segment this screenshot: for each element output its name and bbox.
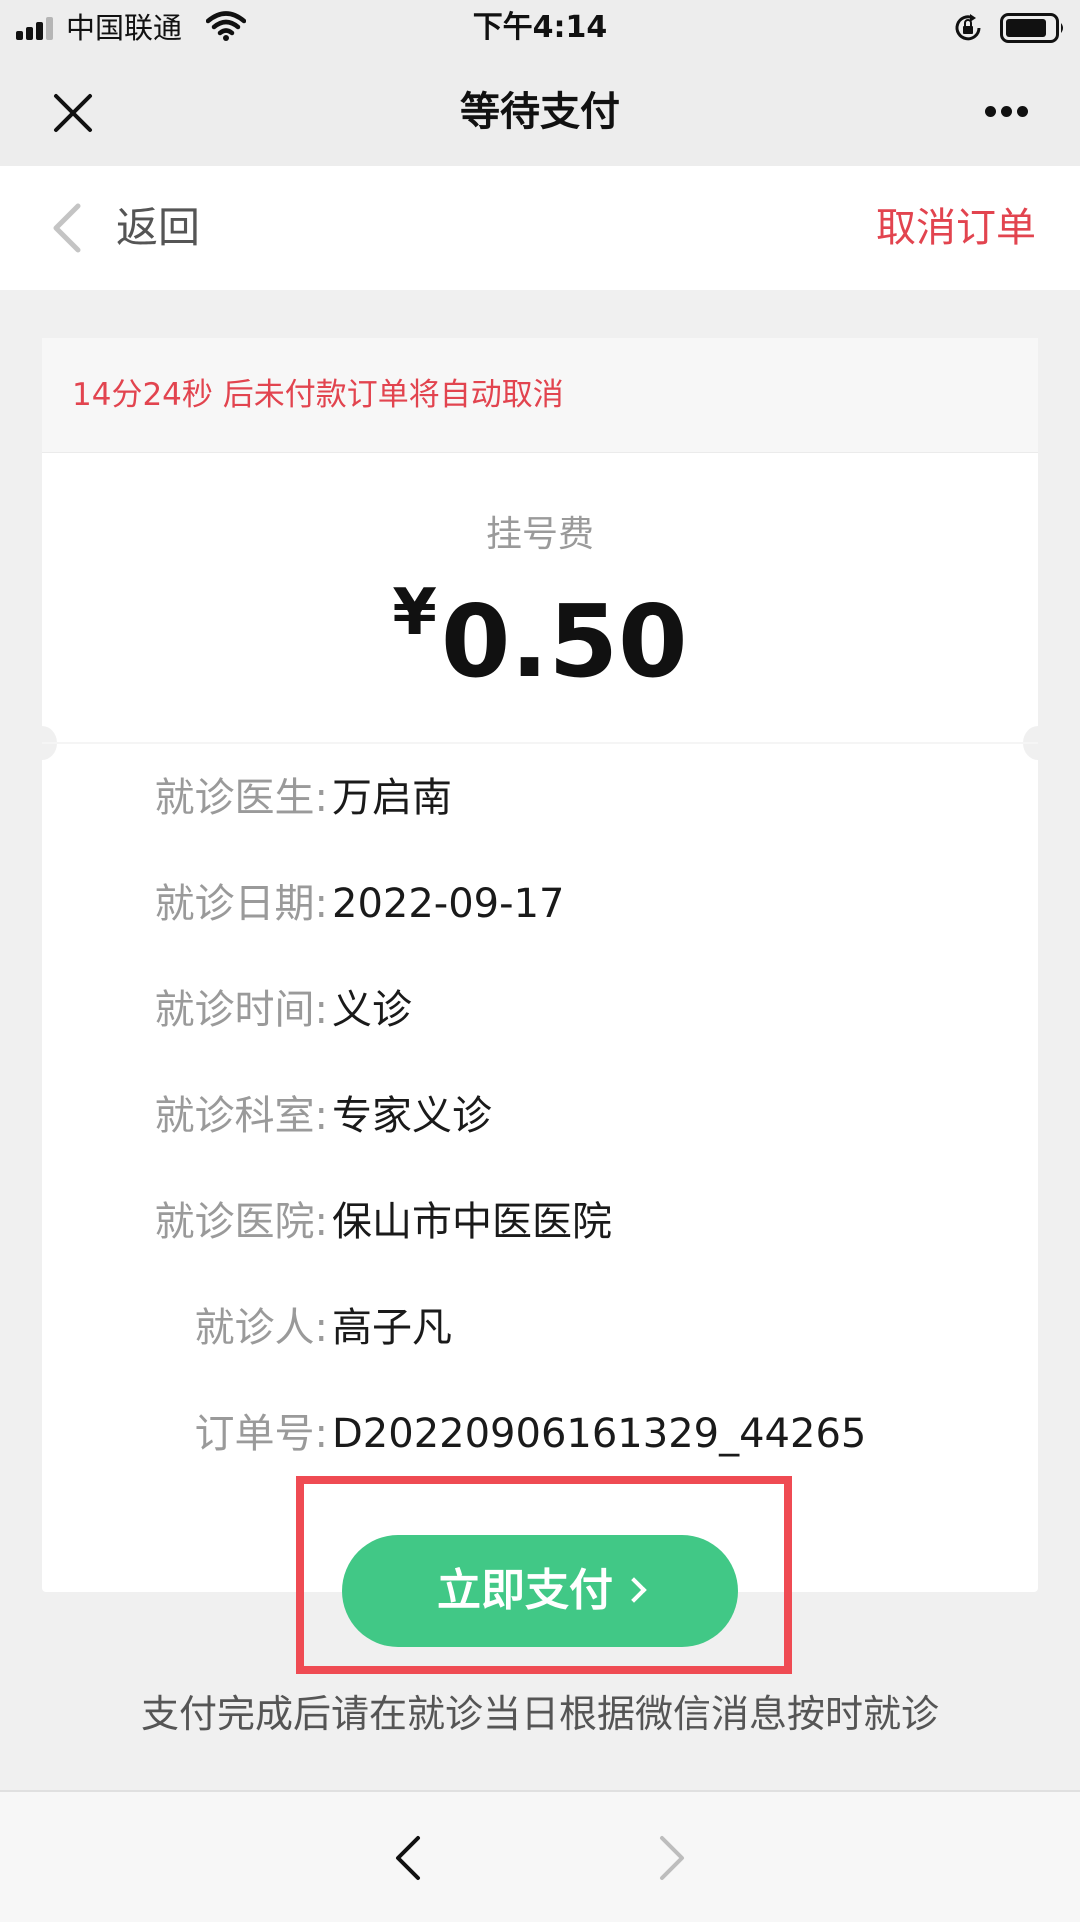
battery-icon <box>1000 13 1063 43</box>
countdown-text: 14分24秒 后未付款订单将自动取消 <box>72 377 564 413</box>
chevron-left-icon <box>53 203 81 253</box>
detail-row-hospital: 就诊医院: 保山市中医医院 <box>42 1192 1038 1252</box>
amount-value: 0.50 <box>440 583 688 700</box>
forward-arrow-icon[interactable] <box>652 1828 692 1888</box>
status-time: 下午4:14 <box>472 10 608 45</box>
detail-label: 就诊时间: <box>154 987 328 1033</box>
detail-value: D20220906161329_44265 <box>332 1411 867 1457</box>
divider <box>42 742 1038 744</box>
detail-label: 就诊人: <box>194 1305 328 1351</box>
detail-label: 订单号: <box>194 1411 328 1457</box>
fee-label: 挂号费 <box>485 514 594 555</box>
detail-row-order-number: 订单号: D20220906161329_44265 <box>42 1404 1038 1464</box>
detail-value: 保山市中医医院 <box>332 1199 612 1245</box>
detail-value: 义诊 <box>332 987 412 1033</box>
detail-row-date: 就诊日期: 2022-09-17 <box>42 874 1038 934</box>
status-bar: 中国联通 下午4:14 <box>0 0 1080 56</box>
pay-now-button[interactable]: 立即支付 <box>342 1535 738 1647</box>
cancel-order-button[interactable]: 取消订单 <box>876 198 1036 258</box>
back-label: 返回 <box>116 203 201 252</box>
detail-row-department: 就诊科室: 专家义诊 <box>42 1086 1038 1146</box>
fee-amount: ¥0.50 <box>42 576 1038 702</box>
countdown-banner: 14分24秒 后未付款订单将自动取消 <box>42 338 1038 453</box>
back-arrow-icon[interactable] <box>388 1828 428 1888</box>
nav-bar: 返回 取消订单 <box>0 166 1080 290</box>
pay-notice: 支付完成后请在就诊当日根据微信消息按时就诊 <box>140 1692 939 1736</box>
detail-value: 专家义诊 <box>332 1093 492 1139</box>
order-card: 14分24秒 后未付款订单将自动取消 挂号费 ¥0.50 就诊医生: 万启南 就… <box>27 338 1053 1592</box>
more-icon[interactable] <box>972 96 1038 126</box>
detail-value: 万启南 <box>332 775 452 821</box>
detail-label: 就诊科室: <box>154 1093 328 1139</box>
rotation-lock-icon <box>955 14 981 41</box>
currency-symbol: ¥ <box>392 576 437 650</box>
detail-row-doctor: 就诊医生: 万启南 <box>42 768 1038 828</box>
pay-now-label: 立即支付 <box>437 1565 613 1616</box>
chevron-right-icon <box>621 1577 647 1603</box>
page-title: 等待支付 <box>460 89 620 135</box>
detail-label: 就诊医院: <box>154 1199 328 1245</box>
bottom-toolbar <box>0 1790 1080 1922</box>
detail-label: 就诊日期: <box>154 881 328 927</box>
detail-row-patient: 就诊人: 高子凡 <box>42 1298 1038 1358</box>
detail-row-time: 就诊时间: 义诊 <box>42 980 1038 1040</box>
detail-value: 高子凡 <box>332 1305 452 1351</box>
back-button[interactable]: 返回 <box>48 198 238 258</box>
title-bar: 等待支付 <box>0 56 1080 166</box>
detail-value: 2022-09-17 <box>332 881 565 927</box>
detail-label: 就诊医生: <box>154 775 328 821</box>
